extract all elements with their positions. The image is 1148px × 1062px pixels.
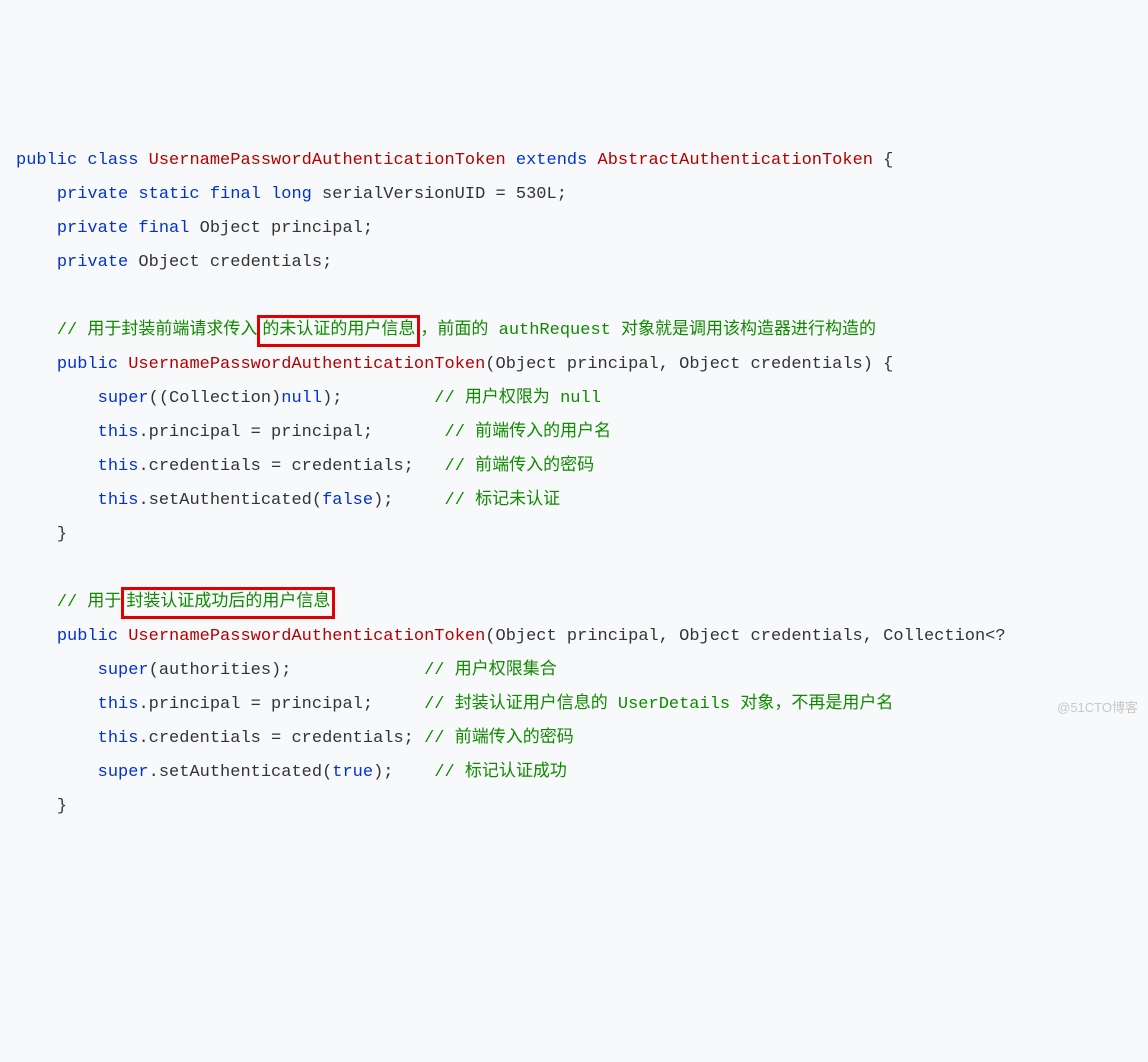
field-rest: Object principal; <box>189 219 373 238</box>
indent <box>16 457 98 476</box>
field-modifiers: private final <box>57 219 190 238</box>
code-block: public class UsernamePasswordAuthenticat… <box>16 144 1140 824</box>
indent <box>16 219 57 238</box>
keyword-this: this <box>98 729 139 748</box>
keyword-true: true <box>332 763 373 782</box>
keyword-false: false <box>322 491 373 510</box>
code-text: .setAuthenticated( <box>149 763 333 782</box>
params: (Object principal, Object credentials, C… <box>485 627 1005 646</box>
field-modifiers: private <box>57 253 128 272</box>
keyword-this: this <box>98 491 139 510</box>
highlight-box-1: 的未认证的用户信息 <box>257 315 420 347</box>
constructor-name: UsernamePasswordAuthenticationToken <box>128 627 485 646</box>
comment: // 前端传入的用户名 <box>445 423 612 442</box>
code-text: ); <box>322 389 434 408</box>
highlight-box-2: 封装认证成功后的用户信息 <box>121 587 335 619</box>
comment: // 封装认证用户信息的 UserDetails 对象，不再是用户名 <box>424 695 893 714</box>
indent <box>16 491 98 510</box>
comment: // 用户权限集合 <box>424 661 557 680</box>
keyword-class: class <box>87 151 138 170</box>
comment-pre: // 用于封装前端请求传入 <box>57 321 258 340</box>
keyword-extends: extends <box>516 151 587 170</box>
keyword-super: super <box>98 763 149 782</box>
comment: // 标记未认证 <box>445 491 561 510</box>
indent <box>16 389 98 408</box>
comment: // 用于封装前端请求传入的未认证的用户信息，前面的 authRequest 对… <box>57 321 876 340</box>
keyword-public: public <box>16 151 77 170</box>
keyword-this: this <box>98 457 139 476</box>
indent <box>16 423 98 442</box>
indent <box>16 253 57 272</box>
superclass-name: AbstractAuthenticationToken <box>598 151 873 170</box>
keyword-this: this <box>98 423 139 442</box>
code-text: .principal = principal; <box>138 695 424 714</box>
brace: } <box>57 797 67 816</box>
watermark: @51CTO博客 <box>1057 691 1138 725</box>
code-text: .credentials = credentials; <box>138 729 424 748</box>
keyword-public: public <box>57 355 118 374</box>
brace: { <box>873 151 893 170</box>
code-text: ); <box>373 491 444 510</box>
code-text: .principal = principal; <box>138 423 444 442</box>
keyword-null: null <box>281 389 322 408</box>
comment: // 用户权限为 null <box>434 389 601 408</box>
indent <box>16 661 98 680</box>
keyword-super: super <box>98 661 149 680</box>
code-text: (authorities); <box>149 661 424 680</box>
indent <box>16 763 98 782</box>
indent <box>16 593 57 612</box>
indent <box>16 321 57 340</box>
indent <box>16 627 57 646</box>
params: (Object principal, Object credentials) { <box>485 355 893 374</box>
keyword-super: super <box>98 389 149 408</box>
field-rest: serialVersionUID = 530L; <box>312 185 567 204</box>
class-name: UsernamePasswordAuthenticationToken <box>149 151 506 170</box>
comment-post: ，前面的 authRequest 对象就是调用该构造器进行构造的 <box>420 321 876 340</box>
field-modifiers: private static final long <box>57 185 312 204</box>
constructor-name: UsernamePasswordAuthenticationToken <box>128 355 485 374</box>
code-text: .setAuthenticated( <box>138 491 322 510</box>
comment: // 前端传入的密码 <box>424 729 574 748</box>
code-text: ); <box>373 763 434 782</box>
indent <box>16 525 57 544</box>
comment: // 前端传入的密码 <box>445 457 595 476</box>
indent <box>16 355 57 374</box>
comment: // 用于封装认证成功后的用户信息 <box>57 593 336 612</box>
keyword-public: public <box>57 627 118 646</box>
indent <box>16 185 57 204</box>
comment-pre: // 用于 <box>57 593 122 612</box>
code-text: ((Collection) <box>149 389 282 408</box>
code-text: .credentials = credentials; <box>138 457 444 476</box>
indent <box>16 695 98 714</box>
indent <box>16 797 57 816</box>
keyword-this: this <box>98 695 139 714</box>
indent <box>16 729 98 748</box>
brace: } <box>57 525 67 544</box>
comment: // 标记认证成功 <box>434 763 567 782</box>
field-rest: Object credentials; <box>128 253 332 272</box>
